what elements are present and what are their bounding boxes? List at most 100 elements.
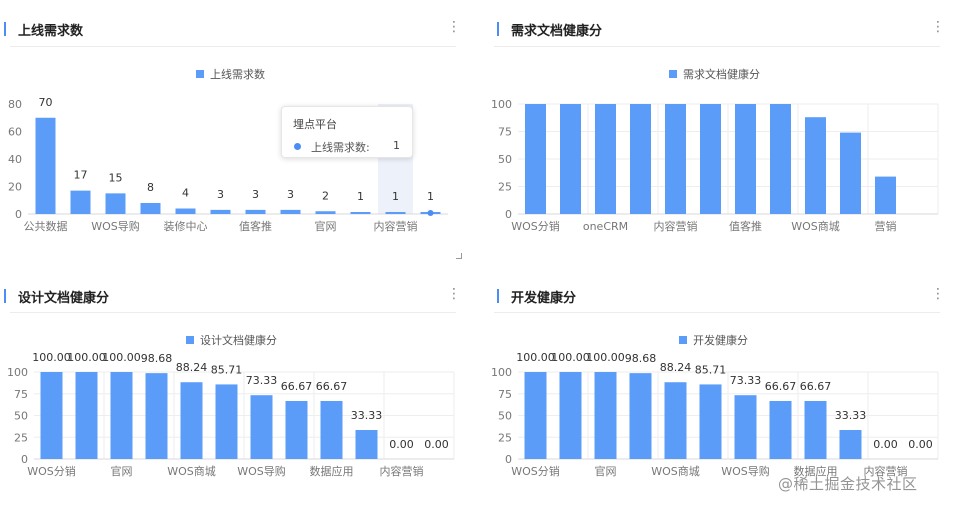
x-tick-label: WOS导购 — [91, 219, 140, 233]
bar-value-label: 100.00 — [551, 351, 590, 364]
x-tick-label: 值客推 — [239, 219, 272, 233]
bar — [735, 104, 756, 214]
bar-value-label: 70 — [39, 96, 53, 109]
x-tick-label: 营销 — [875, 219, 897, 233]
legend-swatch — [669, 70, 677, 78]
bar — [665, 104, 686, 214]
y-tick-label: 25 — [14, 431, 28, 444]
bar-value-label: 98.68 — [141, 352, 173, 365]
chart-requirement-doc-score: 需求文档健康分0255075100WOS分销 oneCRM 内容营销 值客推 WOS商城… — [491, 67, 939, 233]
legend-swatch — [186, 336, 194, 344]
bar — [70, 190, 91, 214]
hover-point — [427, 210, 434, 216]
x-tick-label: 官网 — [315, 219, 337, 233]
bar-value-label: 0.00 — [424, 438, 449, 451]
x-tick-label: 值客推 — [729, 219, 762, 233]
tooltip-series-value: 1 — [393, 139, 400, 152]
bar-value-label: 100.00 — [586, 351, 625, 364]
y-tick-label: 75 — [498, 388, 512, 401]
bar — [594, 372, 617, 459]
bar — [524, 372, 547, 459]
y-tick-label: 40 — [8, 153, 22, 166]
bar-value-label: 33.33 — [835, 409, 867, 422]
y-tick-label: 80 — [8, 98, 22, 111]
bar — [215, 384, 238, 459]
bar — [805, 117, 826, 214]
y-tick-label: 75 — [498, 126, 512, 139]
bar — [630, 104, 651, 214]
chart-tooltip: 埋点平台 上线需求数: 1 — [281, 106, 413, 158]
x-tick-label: WOS导购 — [237, 464, 286, 478]
tooltip-series-label: 上线需求数: — [311, 141, 370, 154]
panel-online-demands: 上线需求数 ⋮ 上线需求数 0 20 40 60 80 70 公共数据 17 15 WOS导购 8 4 装… — [0, 0, 476, 262]
legend-swatch — [196, 70, 204, 78]
legend-label: 开发健康分 — [693, 333, 748, 347]
bar — [110, 372, 133, 459]
bar-value-label: 8 — [147, 181, 154, 194]
bar-value-label: 66.67 — [765, 380, 797, 393]
bar-value-label: 17 — [74, 169, 88, 182]
tooltip-series-dot — [294, 143, 301, 150]
bar-value-label: 85.71 — [695, 363, 727, 376]
bar — [350, 212, 371, 214]
bar — [145, 373, 168, 459]
bar — [250, 395, 273, 459]
y-tick-label: 50 — [498, 153, 512, 166]
x-tick-label: WOS分销 — [27, 464, 76, 478]
x-tick-label: 数据应用 — [310, 464, 354, 478]
bar — [804, 400, 827, 459]
bar — [210, 209, 231, 214]
bar — [385, 212, 406, 214]
bar — [734, 395, 757, 459]
y-tick-label: 20 — [8, 181, 22, 194]
bar — [180, 382, 203, 459]
bar — [664, 382, 687, 459]
bar — [75, 372, 98, 459]
legend-label: 需求文档健康分 — [683, 67, 760, 81]
bar — [320, 400, 343, 459]
bar — [175, 208, 196, 214]
bar-value-label: 0.00 — [873, 438, 898, 451]
bar — [700, 104, 721, 214]
bar-value-label: 73.33 — [246, 374, 278, 387]
y-tick-label: 100 — [491, 366, 512, 379]
bar-value-label: 73.33 — [730, 374, 762, 387]
x-tick-label: 内容营销 — [374, 219, 418, 233]
bar-value-label: 4 — [182, 187, 189, 200]
bar-value-label: 33.33 — [351, 409, 383, 422]
bar-value-label: 15 — [109, 171, 123, 184]
resize-handle-icon[interactable] — [456, 253, 462, 259]
x-tick-label: 官网 — [595, 464, 617, 478]
bar — [355, 430, 378, 459]
bar-value-label: 85.71 — [211, 363, 243, 376]
bar-value-label: 3 — [217, 188, 224, 201]
bar-value-label: 100.00 — [516, 351, 555, 364]
x-tick-label: WOS分销 — [511, 219, 560, 233]
legend-label: 上线需求数 — [210, 67, 265, 81]
bar — [559, 372, 582, 459]
y-tick-label: 0 — [15, 208, 22, 221]
bar-value-label: 88.24 — [176, 361, 208, 374]
x-tick-label: WOS商城 — [651, 464, 700, 478]
y-tick-label: 75 — [14, 388, 28, 401]
bar — [840, 132, 861, 214]
bar — [875, 176, 896, 214]
x-tick-label: WOS导购 — [721, 464, 770, 478]
bar — [770, 104, 791, 214]
y-tick-label: 60 — [8, 126, 22, 139]
bar-value-label: 1 — [392, 190, 399, 203]
x-tick-label: 官网 — [111, 464, 133, 478]
legend-swatch — [679, 336, 687, 344]
watermark: @稀土掘金技术社区 — [778, 475, 918, 493]
bar-value-label: 100.00 — [32, 351, 71, 364]
bar-value-label: 100.00 — [67, 351, 106, 364]
bar — [699, 384, 722, 459]
bar-value-label: 1 — [357, 190, 364, 203]
legend-label: 设计文档健康分 — [200, 333, 277, 347]
panel-requirement-doc-score: 需求文档健康分 ⋮ 需求文档健康分 0 25 50 75 100 WOS分销 oneCRM 内容… — [476, 0, 953, 262]
panel-design-doc-score: 设计文档健康分 ⋮ 设计文档健康分 0 25 50 75 100 100.00 WOS分销 10… — [0, 262, 476, 511]
bar — [280, 209, 301, 214]
bar-value-label: 66.67 — [281, 380, 313, 393]
x-tick-label: 内容营销 — [380, 464, 424, 478]
bar — [560, 104, 581, 214]
